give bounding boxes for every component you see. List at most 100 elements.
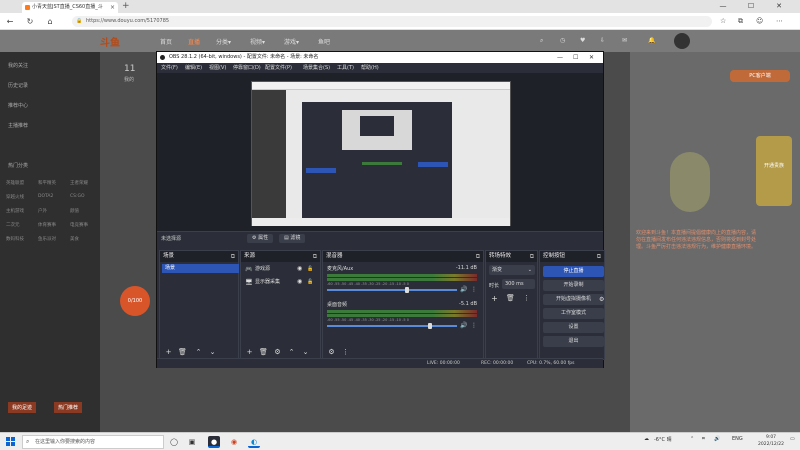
category-link[interactable]: 穿越火线 — [6, 194, 24, 200]
eye-icon[interactable]: ◉ — [297, 277, 302, 287]
obs-maximize-button[interactable]: ☐ — [573, 52, 578, 63]
undock-icon[interactable]: ⧉ — [530, 251, 534, 262]
trash-icon[interactable]: 🗑 — [506, 294, 515, 303]
sidebar-item-hot[interactable]: 热门分类 — [8, 162, 28, 169]
add-icon[interactable]: + — [490, 294, 499, 303]
more-icon[interactable]: ⋮ — [471, 322, 477, 329]
menu-view[interactable]: 视图(V) — [209, 64, 226, 71]
tab-close-icon[interactable]: × — [110, 2, 115, 13]
minimize-button[interactable]: — — [712, 0, 734, 13]
notification-icon[interactable]: 🔔 — [648, 37, 655, 44]
sidebar-item-recommend[interactable]: 推荐中心 — [8, 102, 28, 109]
eye-icon[interactable]: ◉ — [297, 264, 302, 274]
volume-icon[interactable]: 🔊 — [714, 436, 720, 442]
browser-app-icon[interactable]: ◉ — [228, 436, 240, 448]
volume-slider[interactable] — [327, 323, 457, 329]
slider-knob[interactable] — [405, 287, 409, 293]
category-link[interactable]: 体育赛事 — [38, 222, 56, 228]
start-virtual-camera-button[interactable]: 开始虚拟摄像机 ⚙ — [543, 294, 604, 305]
more-icon[interactable]: ⋮ — [522, 294, 531, 303]
nav-video[interactable]: 视频▾ — [250, 37, 265, 46]
category-link[interactable]: 户外 — [38, 208, 47, 214]
category-link[interactable]: 英雄联盟 — [6, 180, 24, 186]
gear-icon[interactable]: ⚙ — [599, 294, 604, 305]
undock-icon[interactable]: ⧉ — [313, 251, 317, 262]
category-link[interactable]: DOTA2 — [38, 194, 53, 199]
transition-select[interactable]: 渐变 ⌄ — [489, 265, 535, 275]
volume-slider[interactable] — [327, 287, 457, 293]
pc-client-button[interactable]: PC客户端 — [730, 70, 790, 82]
notification-icon[interactable]: ▭ — [790, 436, 795, 442]
task-switcher-icon[interactable]: ▣ — [186, 436, 198, 448]
settings-button[interactable]: 设置 — [543, 322, 604, 333]
nav-games[interactable]: 游戏▾ — [284, 37, 299, 46]
weather-icon[interactable]: ☁ — [644, 436, 649, 442]
nav-yuba[interactable]: 鱼吧 — [318, 37, 330, 46]
menu-profile[interactable]: 配置文件(P) — [265, 64, 292, 71]
add-icon[interactable]: + — [245, 348, 254, 357]
lock-icon[interactable]: 🔓 — [307, 277, 313, 287]
advanced-audio-icon[interactable]: ⚙ — [327, 348, 336, 357]
browser-tab[interactable]: 小青天蓝JST直播_CS60直播_斗 × — [22, 2, 118, 13]
new-tab-button[interactable]: + — [122, 1, 130, 11]
category-link[interactable]: 美食 — [70, 236, 79, 242]
trash-icon[interactable]: 🗑 — [178, 348, 187, 357]
trash-icon[interactable]: 🗑 — [259, 348, 268, 357]
tray-expand-icon[interactable]: ⌃ — [690, 436, 694, 442]
collections-icon[interactable]: ⧉ — [738, 17, 743, 26]
back-arrow-icon[interactable]: ← — [4, 16, 16, 28]
move-up-icon[interactable]: ⌃ — [287, 348, 296, 357]
category-link[interactable]: 王者荣耀 — [70, 180, 88, 186]
edge-app-icon[interactable]: ◐ — [248, 436, 260, 448]
maximize-button[interactable]: ☐ — [740, 0, 762, 13]
category-link[interactable]: 和平精英 — [38, 180, 56, 186]
more-icon[interactable]: ⋮ — [341, 348, 350, 357]
category-link[interactable]: 鱼乐派对 — [38, 236, 56, 242]
sidebar-item-follow[interactable]: 我的关注 — [8, 62, 28, 69]
address-bar[interactable]: 🔒 https://www.douyu.com/5170785 — [72, 16, 712, 27]
category-link[interactable]: 主机游戏 — [6, 208, 24, 214]
activity-badge[interactable]: 0/100 — [120, 286, 150, 316]
language-indicator[interactable]: ENG — [732, 436, 743, 442]
gear-icon[interactable]: ⚙ — [273, 348, 282, 357]
home-icon[interactable]: ⌂ — [44, 16, 56, 28]
category-link[interactable]: 颜值 — [70, 208, 79, 214]
avatar[interactable] — [674, 33, 690, 49]
noble-sticker[interactable]: 开通贵族 — [756, 136, 792, 206]
follow-icon[interactable]: ♥ — [580, 37, 585, 44]
menu-scene-collection[interactable]: 场景集合(S) — [303, 64, 330, 71]
refresh-icon[interactable]: ↻ — [24, 16, 36, 28]
add-icon[interactable]: + — [164, 348, 173, 357]
undock-icon[interactable]: ⧉ — [476, 251, 480, 262]
menu-help[interactable]: 帮助(H) — [361, 64, 379, 71]
category-link[interactable]: 数码科技 — [6, 236, 24, 242]
stop-streaming-button[interactable]: 停止直播 — [543, 266, 604, 277]
nav-home[interactable]: 首页 — [160, 37, 172, 46]
download-icon[interactable]: ⇩ — [600, 37, 605, 44]
nav-category[interactable]: 分类▾ — [216, 37, 231, 46]
lock-icon[interactable]: 🔓 — [307, 264, 313, 274]
menu-tools[interactable]: 工具(T) — [337, 64, 354, 71]
profile-icon[interactable]: ☺ — [756, 17, 763, 25]
menu-docks[interactable]: 停靠窗口(D) — [233, 64, 261, 71]
undock-icon[interactable]: ⧉ — [597, 251, 601, 262]
search-icon[interactable]: ⌕ — [540, 37, 543, 45]
exit-button[interactable]: 退出 — [543, 336, 604, 347]
close-button[interactable]: ✕ — [768, 0, 790, 13]
scene-list-item[interactable]: 场景 — [162, 264, 239, 273]
obs-app-icon[interactable]: ● — [208, 436, 220, 448]
system-clock[interactable]: 9:07 2022/12/22 — [754, 434, 788, 448]
studio-mode-button[interactable]: 工作室模式 — [543, 308, 604, 319]
sidebar-hot-button[interactable]: 热门推荐 — [54, 402, 83, 413]
more-menu-icon[interactable]: ⋯ — [776, 17, 783, 25]
menu-file[interactable]: 文件(F) — [161, 64, 178, 71]
nav-live[interactable]: 直播 — [188, 37, 200, 46]
source-item[interactable]: 🖥 显示器采集 ◉ 🔓 — [245, 277, 325, 287]
slider-knob[interactable] — [428, 323, 432, 329]
move-down-icon[interactable]: ⌄ — [301, 348, 310, 357]
obs-preview[interactable] — [157, 73, 603, 231]
obs-minimize-button[interactable]: — — [557, 52, 563, 63]
duration-input[interactable]: 300 ms — [502, 279, 535, 289]
menu-edit[interactable]: 编辑(E) — [185, 64, 202, 71]
category-link[interactable]: CS:GO — [70, 194, 85, 199]
